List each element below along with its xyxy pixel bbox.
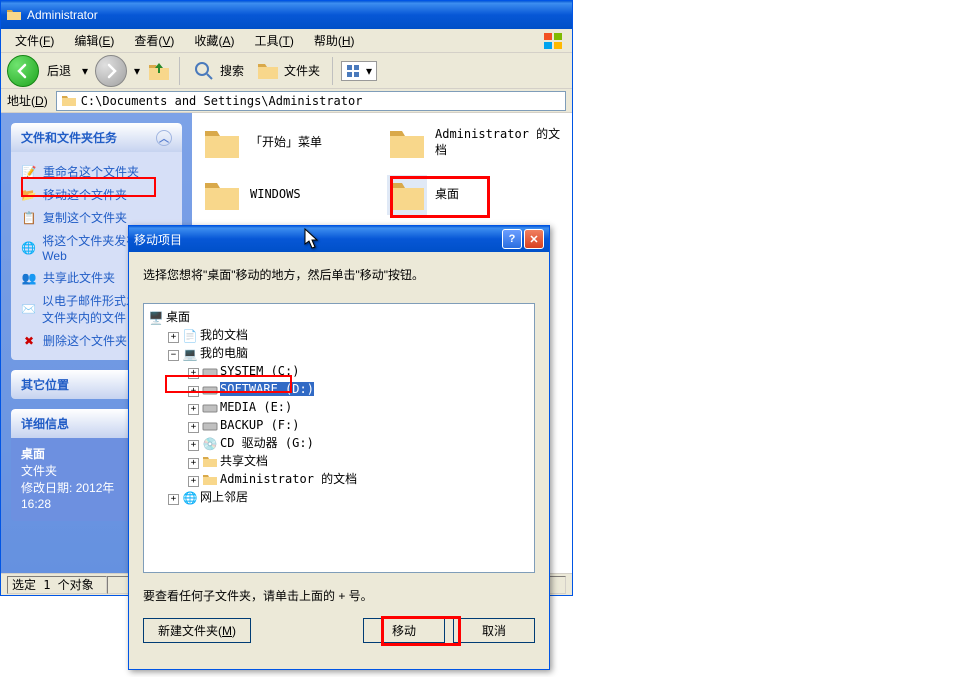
new-folder-button[interactable]: 新建文件夹(M) bbox=[143, 618, 251, 643]
tasks-header[interactable]: 文件和文件夹任务 ︿ bbox=[11, 123, 182, 152]
folder-start-menu[interactable]: 「开始」菜单 bbox=[202, 123, 377, 163]
web-icon: 🌐 bbox=[21, 240, 36, 256]
dialog-hint: 要查看任何子文件夹，请单击上面的 + 号。 bbox=[143, 587, 535, 604]
search-icon bbox=[192, 59, 216, 83]
forward-button[interactable] bbox=[95, 55, 127, 87]
folder-windows[interactable]: WINDOWS bbox=[202, 175, 377, 215]
move-button[interactable]: 移动 bbox=[363, 618, 445, 643]
cd-icon: 💿 bbox=[202, 436, 218, 452]
folder-icon bbox=[6, 7, 22, 23]
toolbar: 后退 ▾ ▾ 搜索 文件夹 ▾ bbox=[1, 53, 572, 89]
separator bbox=[332, 57, 333, 85]
back-dropdown[interactable]: ▾ bbox=[79, 64, 91, 78]
expander-icon[interactable]: + bbox=[188, 458, 199, 469]
menu-view[interactable]: 查看(V) bbox=[126, 30, 182, 51]
address-label: 地址(D) bbox=[7, 92, 48, 109]
search-button[interactable]: 搜索 bbox=[188, 57, 248, 85]
expander-icon[interactable]: − bbox=[168, 350, 179, 361]
email-icon: ✉️ bbox=[21, 301, 36, 317]
addressbar: 地址(D) C:\Documents and Settings\Administ… bbox=[1, 89, 572, 113]
drive-icon bbox=[202, 400, 218, 416]
folder-icon bbox=[202, 123, 242, 163]
highlight-software-drive bbox=[165, 375, 292, 393]
titlebar[interactable]: Administrator bbox=[1, 1, 572, 29]
dialog-instruction: 选择您想将"桌面"移动的地方，然后单击"移动"按钮。 bbox=[143, 266, 535, 283]
back-button[interactable] bbox=[7, 55, 39, 87]
desktop-icon: 🖥️ bbox=[148, 310, 164, 326]
expander-icon[interactable]: + bbox=[188, 440, 199, 451]
menu-edit[interactable]: 编辑(E) bbox=[66, 30, 122, 51]
drive-icon bbox=[202, 418, 218, 434]
expander-icon[interactable]: + bbox=[188, 422, 199, 433]
chevron-up-icon: ︿ bbox=[156, 130, 172, 146]
folders-icon bbox=[256, 59, 280, 83]
menu-file[interactable]: 文件(F) bbox=[7, 30, 62, 51]
dialog-buttons: 新建文件夹(M) 移动 取消 bbox=[143, 618, 535, 643]
folder-admin-docs[interactable]: Administrator 的文档 bbox=[387, 123, 562, 163]
tree-desktop[interactable]: 🖥️桌面 +📄我的文档 −💻我的电脑 +SYSTEM (C:) +SOFTWAR… bbox=[148, 308, 530, 506]
back-label: 后退 bbox=[47, 62, 71, 79]
menu-tools[interactable]: 工具(T) bbox=[246, 30, 301, 51]
expander-icon[interactable]: + bbox=[168, 494, 179, 505]
folder-icon bbox=[61, 93, 77, 109]
menu-help[interactable]: 帮助(H) bbox=[306, 30, 363, 51]
views-button[interactable]: ▾ bbox=[341, 61, 377, 81]
folder-icon bbox=[202, 454, 218, 470]
up-button[interactable] bbox=[147, 59, 171, 83]
address-path: C:\Documents and Settings\Administrator bbox=[81, 94, 363, 108]
tree-my-computer[interactable]: −💻我的电脑 +SYSTEM (C:) +SOFTWARE (D:) +MEDI… bbox=[168, 344, 530, 488]
separator bbox=[179, 57, 180, 85]
copy-icon: 📋 bbox=[21, 210, 37, 226]
expander-icon[interactable]: + bbox=[188, 404, 199, 415]
tree-my-docs[interactable]: +📄我的文档 bbox=[168, 326, 530, 344]
tree-cd-drive[interactable]: +💿CD 驱动器 (G:) bbox=[188, 434, 530, 452]
docs-icon: 📄 bbox=[182, 328, 198, 344]
status-selection: 选定 1 个对象 bbox=[7, 576, 107, 594]
window-title: Administrator bbox=[27, 8, 567, 22]
tree-shared-docs[interactable]: +共享文档 bbox=[188, 452, 530, 470]
folder-icon bbox=[202, 175, 242, 215]
computer-icon: 💻 bbox=[182, 346, 198, 362]
close-button[interactable]: ✕ bbox=[524, 229, 544, 249]
menubar: 文件(F) 编辑(E) 查看(V) 收藏(A) 工具(T) 帮助(H) bbox=[1, 29, 572, 53]
tree-drive-e[interactable]: +MEDIA (E:) bbox=[188, 398, 530, 416]
network-icon: 🌐 bbox=[182, 490, 198, 506]
expander-icon[interactable]: + bbox=[168, 332, 179, 343]
menu-favorites[interactable]: 收藏(A) bbox=[186, 30, 242, 51]
folder-tree[interactable]: 🖥️桌面 +📄我的文档 −💻我的电脑 +SYSTEM (C:) +SOFTWAR… bbox=[143, 303, 535, 573]
cancel-button[interactable]: 取消 bbox=[453, 618, 535, 643]
highlight-move-task bbox=[21, 177, 156, 197]
windows-logo-icon bbox=[542, 31, 566, 51]
dialog-body: 选择您想将"桌面"移动的地方，然后单击"移动"按钮。 🖥️桌面 +📄我的文档 −… bbox=[129, 252, 549, 657]
tree-network[interactable]: +🌐网上邻居 bbox=[168, 488, 530, 506]
tree-drive-f[interactable]: +BACKUP (F:) bbox=[188, 416, 530, 434]
dialog-title: 移动项目 bbox=[134, 231, 502, 248]
folders-button[interactable]: 文件夹 bbox=[252, 57, 324, 85]
help-button[interactable]: ? bbox=[502, 229, 522, 249]
dialog-titlebar[interactable]: 移动项目 ? ✕ bbox=[129, 226, 549, 252]
forward-dropdown[interactable]: ▾ bbox=[131, 64, 143, 78]
folder-icon bbox=[387, 123, 427, 163]
share-icon: 👥 bbox=[21, 270, 37, 286]
folder-icon bbox=[202, 472, 218, 488]
address-input[interactable]: C:\Documents and Settings\Administrator bbox=[56, 91, 566, 111]
tree-admin-docs[interactable]: +Administrator 的文档 bbox=[188, 470, 530, 488]
highlight-desktop-folder bbox=[390, 176, 490, 218]
delete-icon: ✖ bbox=[21, 333, 37, 349]
expander-icon[interactable]: + bbox=[188, 476, 199, 487]
move-items-dialog: 移动项目 ? ✕ 选择您想将"桌面"移动的地方，然后单击"移动"按钮。 🖥️桌面… bbox=[128, 225, 550, 670]
